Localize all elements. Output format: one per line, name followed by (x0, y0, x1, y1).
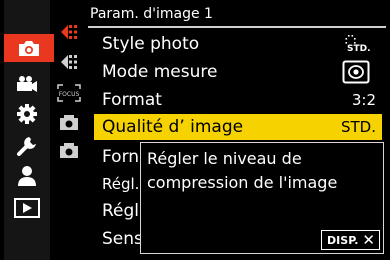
disp-close-button[interactable]: DISP. ✕ (321, 230, 380, 250)
svg-text:STD.: STD. (347, 44, 371, 54)
tab-custom[interactable] (8, 100, 46, 128)
menu-item-style-photo[interactable]: Style photo STD. (94, 31, 382, 57)
page-title: Param. d'image 1 (90, 6, 213, 22)
playback-icon (14, 198, 40, 218)
metering-icon (342, 60, 370, 88)
sub-tab-camera-2[interactable] (54, 140, 84, 166)
gear-icon (16, 103, 38, 125)
menu-item-value: STD. (340, 118, 376, 136)
tab-my-menu[interactable] (8, 162, 46, 190)
menu-item-metering-mode[interactable]: Mode mesure (94, 59, 382, 85)
sub-tab-image-settings-2[interactable] (54, 51, 84, 77)
video-camera-icon (15, 75, 39, 93)
menu-item-label: Forn (102, 147, 140, 167)
main-category-column (4, 0, 54, 260)
sub-tab-focus[interactable]: FOCUS (54, 82, 84, 108)
menu-item-label: Régl. (102, 175, 140, 193)
camera-menu-screen: FOCUS Param. d'image 1 Style photo STD. … (0, 0, 390, 260)
sub-tab-camera-1[interactable] (54, 112, 84, 138)
tab-video[interactable] (8, 70, 46, 98)
header-divider (88, 26, 386, 28)
camera-sub-icon (58, 114, 80, 136)
disp-label: DISP. (327, 233, 359, 247)
menu-item-label: Format (102, 90, 162, 110)
menu-item-label: Sens (102, 229, 143, 249)
tab-photo[interactable] (4, 34, 54, 62)
menu-item-label: Style photo (102, 34, 200, 54)
help-popup: Régler le niveau de compression de l'ima… (140, 142, 384, 254)
close-icon: ✕ (362, 231, 375, 249)
tab-playback[interactable] (8, 194, 46, 222)
sub-tab-image-settings-1[interactable] (54, 21, 84, 47)
svg-text:FOCUS: FOCUS (59, 91, 80, 98)
menu-item-format[interactable]: Format 3:2 (94, 87, 382, 113)
wrench-icon (16, 135, 38, 157)
sub-photo-arrows-icon (57, 22, 81, 46)
menu-item-image-quality[interactable]: Qualité d’ image STD. (94, 114, 382, 140)
menu-item-label: Mode mesure (102, 62, 218, 82)
tab-setup[interactable] (8, 132, 46, 160)
menu-item-label: Qualité d’ image (102, 117, 244, 137)
help-text: Régler le niveau de compression de l'ima… (147, 149, 338, 192)
camera-sub-2-icon (58, 142, 80, 164)
sub-tab-column: FOCUS (52, 0, 86, 260)
style-std-icon: STD. (342, 34, 372, 58)
focus-icon: FOCUS (56, 83, 82, 107)
person-icon (16, 165, 38, 187)
camera-icon (17, 39, 41, 57)
menu-item-label: Régl (102, 201, 140, 221)
menu-item-value: 3:2 (351, 91, 376, 109)
sub-photo-arrows-2-icon (57, 52, 81, 76)
